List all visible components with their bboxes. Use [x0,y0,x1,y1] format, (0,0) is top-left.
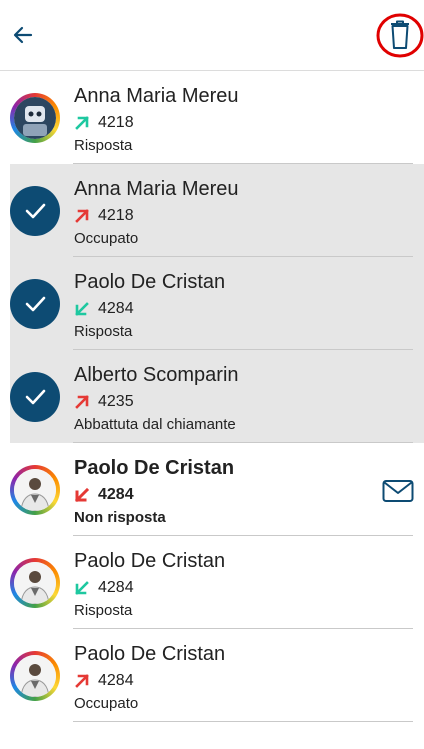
call-status: Occupato [74,230,139,247]
call-row[interactable]: Paolo De Cristan 4284 Risposta [0,536,424,629]
call-log-list: Anna Maria Mereu 4218 Risposta Anna Mari… [0,71,424,722]
arrow-left-icon [13,26,33,44]
call-text: Paolo De Cristan 4284 Non risposta [74,456,412,527]
delete-button[interactable] [376,13,424,58]
contact-name: Paolo De Cristan [74,550,226,572]
call-number-line: 4284 [74,299,412,319]
contact-name: Paolo De Cristan [74,643,226,665]
call-status: Non risposta [74,509,166,526]
contact-name: Alberto Scomparin [74,364,239,386]
call-number-line: 4218 [74,113,412,133]
avatar-photo [14,655,56,697]
call-text: Paolo De Cristan 4284 Occupato [74,642,412,713]
outgoing-call-icon [75,674,89,688]
avatar[interactable] [10,465,60,515]
call-number-line: 4235 [74,392,412,412]
call-number-line: 4218 [74,206,412,226]
call-status: Risposta [74,323,133,340]
selected-check[interactable] [10,372,60,422]
selected-check[interactable] [10,279,60,329]
selected-check[interactable] [10,186,60,236]
incoming-call-icon [74,487,90,503]
contact-photo [14,655,56,697]
extension-number: 4218 [98,114,134,131]
contact-name: Paolo De Cristan [74,271,226,293]
avatar[interactable] [10,651,60,701]
outgoing-call-icon [75,116,89,130]
outgoing-call-icon [75,209,89,223]
contact-name: Anna Maria Mereu [74,85,239,107]
call-number-line: 4284 [74,485,412,505]
avatar-photo [14,97,56,139]
call-row[interactable]: Paolo De Cristan 4284 Non risposta [0,443,424,536]
call-row[interactable]: Paolo De Cristan 4284 Risposta [10,257,424,350]
app-header [0,0,424,71]
contact-photo [14,562,56,604]
call-row[interactable]: Anna Maria Mereu 4218 Risposta [0,71,424,164]
call-text: Alberto Scomparin 4235 Abbattuta dal chi… [74,363,412,434]
row-divider [73,721,413,722]
call-text: Paolo De Cristan 4284 Risposta [74,549,412,620]
extension-number: 4284 [98,300,134,317]
extension-number: 4218 [98,207,134,224]
contact-name: Paolo De Cristan [74,457,235,479]
extension-number: 4284 [98,486,134,503]
trash-icon [391,20,409,49]
call-row[interactable]: Alberto Scomparin 4235 Abbattuta dal chi… [10,350,424,443]
call-status: Occupato [74,695,139,712]
call-status: Risposta [74,602,133,619]
extension-number: 4284 [98,672,134,689]
incoming-call-icon [75,302,89,316]
avatar-photo [14,562,56,604]
call-number-line: 4284 [74,578,412,598]
call-row[interactable]: Paolo De Cristan 4284 Occupato [0,629,424,722]
avatar-photo [14,469,56,511]
checkmark-icon [25,203,46,219]
avatar[interactable] [10,558,60,608]
contact-photo [14,97,56,139]
send-message-button[interactable] [382,479,414,503]
call-text: Anna Maria Mereu 4218 Risposta [74,84,412,155]
envelope-icon [382,480,414,502]
call-number-line: 4284 [74,671,412,691]
call-text: Anna Maria Mereu 4218 Occupato [74,177,412,248]
avatar[interactable] [10,93,60,143]
checkmark-icon [25,296,46,312]
call-status: Risposta [74,137,133,154]
extension-number: 4235 [98,393,134,410]
checkmark-icon [25,389,46,405]
call-row[interactable]: Anna Maria Mereu 4218 Occupato [10,164,424,257]
incoming-call-icon [75,581,89,595]
outgoing-call-icon [75,395,89,409]
extension-number: 4284 [98,579,134,596]
call-text: Paolo De Cristan 4284 Risposta [74,270,412,341]
call-status: Abbattuta dal chiamante [74,416,236,433]
contact-photo [14,469,56,511]
back-button[interactable] [6,18,40,52]
contact-name: Anna Maria Mereu [74,178,239,200]
